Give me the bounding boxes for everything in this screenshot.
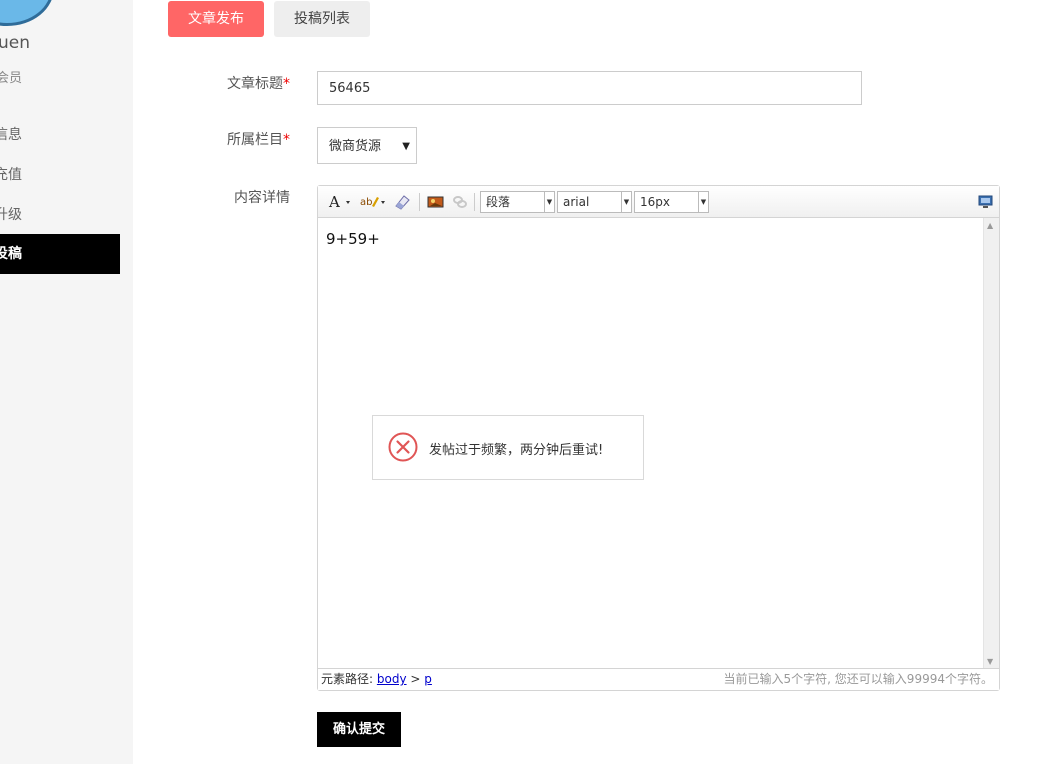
scroll-down-icon[interactable]: ▼ <box>987 657 993 666</box>
font-size-select-value: 16px <box>640 195 670 209</box>
highlight-icon[interactable]: ab <box>360 193 386 211</box>
required-mark: * <box>283 76 290 92</box>
dropdown-arrow-icon: ▼ <box>621 192 631 212</box>
sidebar-item-info[interactable]: 信息 <box>0 115 120 155</box>
svg-text:ab: ab <box>360 197 372 208</box>
scroll-up-icon[interactable]: ▲ <box>987 221 993 230</box>
element-path: 元素路径: body > p <box>321 669 432 690</box>
path-link-p[interactable]: p <box>424 672 432 686</box>
submit-button[interactable]: 确认提交 <box>317 712 401 747</box>
title-label: 文章标题* <box>227 76 290 92</box>
paragraph-select-value: 段落 <box>486 195 511 209</box>
sidebar-item-upgrade[interactable]: 升级 <box>0 195 120 235</box>
sidebar: uen 会员 信息 充值 升级 投稿 <box>0 0 133 764</box>
tab-submission-list[interactable]: 投稿列表 <box>274 1 370 37</box>
error-icon <box>388 432 418 462</box>
toolbar-separator <box>419 193 420 211</box>
dropdown-arrow-icon: ▼ <box>402 141 410 152</box>
sidebar-item-submit[interactable]: 投稿 <box>0 234 120 274</box>
link-icon[interactable] <box>451 193 469 211</box>
font-size-select[interactable]: 16px ▼ <box>634 191 709 213</box>
category-label: 所属栏目* <box>227 132 290 148</box>
eraser-icon[interactable] <box>393 193 411 211</box>
title-input[interactable]: 56465 <box>317 71 862 105</box>
path-link-body[interactable]: body <box>377 672 407 686</box>
editor-statusbar: 元素路径: body > p 当前已输入5个字符, 您还可以输入99994个字符… <box>318 668 999 690</box>
font-family-select[interactable]: arial ▼ <box>557 191 632 213</box>
toast-message: 发帖过于频繁，两分钟后重试! <box>429 443 604 458</box>
editor-scrollbar[interactable]: ▲ ▼ <box>983 218 999 669</box>
svg-text:A: A <box>328 193 340 211</box>
font-family-select-value: arial <box>563 195 590 209</box>
required-mark: * <box>283 132 290 148</box>
path-separator: > <box>410 672 421 686</box>
toolbar-separator <box>474 193 475 211</box>
source-view-icon[interactable] <box>978 193 994 211</box>
tab-article-publish[interactable]: 文章发布 <box>168 1 264 37</box>
editor-toolbar: A ab 段落 ▼ arial ▼ 16px ▼ <box>318 186 999 218</box>
category-select-value: 微商货源 <box>329 139 382 154</box>
content-label: 内容详情 <box>234 190 290 206</box>
avatar[interactable] <box>0 0 54 26</box>
dropdown-arrow-icon: ▼ <box>698 192 708 212</box>
username: uen <box>0 33 31 53</box>
element-path-label: 元素路径: <box>321 672 374 686</box>
image-icon[interactable] <box>427 193 445 211</box>
user-type: 会员 <box>0 71 23 86</box>
error-toast: 发帖过于频繁，两分钟后重试! <box>372 415 644 480</box>
character-count: 当前已输入5个字符, 您还可以输入99994个字符。 <box>723 672 993 686</box>
dropdown-arrow-icon: ▼ <box>544 192 554 212</box>
category-select[interactable]: 微商货源 ▼ <box>317 127 417 164</box>
sidebar-item-recharge[interactable]: 充值 <box>0 155 120 195</box>
font-color-icon[interactable]: A <box>328 193 352 211</box>
paragraph-select[interactable]: 段落 ▼ <box>480 191 555 213</box>
